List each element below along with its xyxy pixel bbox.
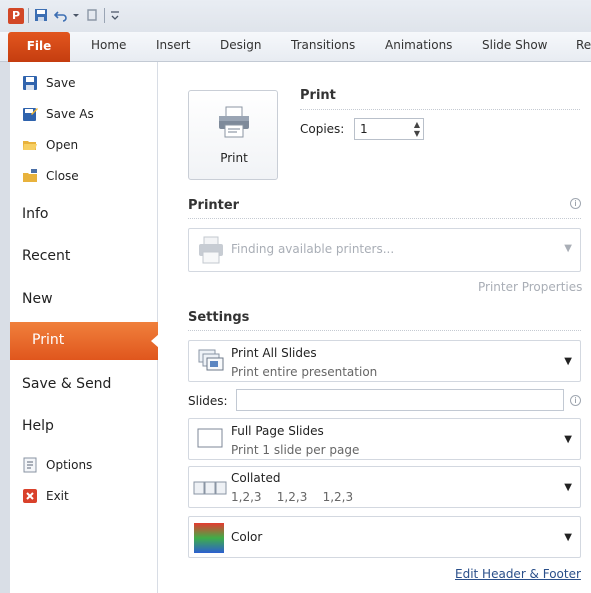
save-icon [23,76,37,90]
tab-file[interactable]: File [8,32,70,62]
tab-insert[interactable]: Insert [156,38,190,52]
nav-options[interactable]: Options [22,455,92,475]
open-folder-icon [23,141,37,150]
color-title: Color [231,530,263,544]
nav-open[interactable]: Open [22,135,78,155]
spin-arrows-icon[interactable]: ▲ ▼ [414,120,420,138]
tab-slide-show[interactable]: Slide Show [482,38,547,52]
nav-save-as[interactable]: Save As [22,104,94,124]
nav-info[interactable]: Info [22,206,49,222]
copies-value: 1 [360,122,368,136]
copies-label: Copies: [300,122,345,136]
slides-label: Slides: [188,394,228,408]
nav-print-label: Print [32,332,65,348]
nav-options-label: Options [46,458,93,472]
chevron-down-icon: ▼ [564,243,572,254]
full-page-slide-icon [197,428,223,448]
info-circle-icon[interactable]: i [570,198,581,209]
chevron-down-icon: ▼ [564,482,572,493]
printer-dropdown[interactable]: Finding available printers... ▼ [188,228,581,272]
nav-close-label: Close [46,169,79,183]
nav-save-label: Save [46,76,76,90]
printer-properties-link[interactable]: Printer Properties [478,280,582,294]
printer-status: Finding available printers... [231,242,395,256]
color-dropdown[interactable]: Color ▼ [188,516,581,558]
redo-icon[interactable] [86,8,100,22]
nav-open-label: Open [46,138,79,152]
tab-transitions[interactable]: Transitions [291,38,355,52]
printer-icon [199,236,223,264]
collation-title: Collated [231,471,281,485]
nav-exit[interactable]: Exit [22,486,69,506]
tab-home[interactable]: Home [91,38,126,52]
slides-input[interactable] [236,389,564,411]
layout-subtitle: Print 1 slide per page [231,443,360,457]
print-slides-dropdown[interactable]: Print All Slides Print entire presentati… [188,340,581,382]
layout-title: Full Page Slides [231,424,324,438]
exit-icon [23,489,37,503]
powerpoint-logo-icon: P [8,8,24,24]
divider [300,109,580,110]
save-as-icon [23,108,38,121]
info-circle-icon[interactable]: i [570,395,581,406]
tab-design[interactable]: Design [220,38,261,52]
toolbar-separator [104,8,105,23]
nav-exit-label: Exit [46,489,69,503]
chevron-down-icon: ▼ [564,434,572,445]
close-folder-icon [23,169,37,182]
print-button-label: Print [220,151,248,165]
divider [188,218,581,219]
nav-new[interactable]: New [22,291,53,307]
print-button[interactable]: Print [188,90,278,180]
nav-print[interactable]: Print [10,322,159,360]
undo-dropdown-icon[interactable] [72,8,80,22]
customize-toolbar-icon[interactable] [110,8,120,22]
color-swatch-icon [194,523,224,553]
nav-save-send[interactable]: Save & Send [22,376,111,392]
nav-recent[interactable]: Recent [22,248,70,264]
nav-help[interactable]: Help [22,418,54,434]
undo-icon[interactable] [54,8,68,22]
nav-save[interactable]: Save [22,73,75,93]
chevron-down-icon: ▼ [564,532,572,543]
chevron-down-icon: ▼ [564,356,572,367]
print-heading: Print [300,88,336,103]
printer-heading: Printer [188,198,240,213]
collation-subtitle: 1,2,3 1,2,3 1,2,3 [231,490,354,504]
divider [188,330,581,331]
print-slides-title: Print All Slides [231,346,317,360]
edit-header-footer-link[interactable]: Edit Header & Footer [455,567,581,581]
printer-icon [219,106,249,138]
collated-pages-icon [193,481,227,495]
layout-dropdown[interactable]: Full Page Slides Print 1 slide per page … [188,418,581,460]
copies-stepper[interactable]: 1 ▲ ▼ [354,118,424,140]
toolbar-separator [28,8,29,23]
ribbon-tab-bar: Home Insert Design Transitions Animation… [0,32,591,62]
options-icon [23,457,37,473]
print-slides-subtitle: Print entire presentation [231,365,378,379]
settings-heading: Settings [188,310,250,325]
quick-access-toolbar: P [0,0,591,32]
collation-dropdown[interactable]: Collated 1,2,3 1,2,3 1,2,3 ▼ [188,466,581,508]
tab-animations[interactable]: Animations [385,38,452,52]
nav-close[interactable]: Close [22,166,79,186]
print-all-slides-icon [198,349,224,371]
save-icon[interactable] [34,8,48,22]
print-panel: Print Print Copies: 1 ▲ ▼ Printer i Findi… [158,62,591,593]
tab-review[interactable]: Re [576,38,591,52]
nav-save-as-label: Save As [46,107,94,121]
